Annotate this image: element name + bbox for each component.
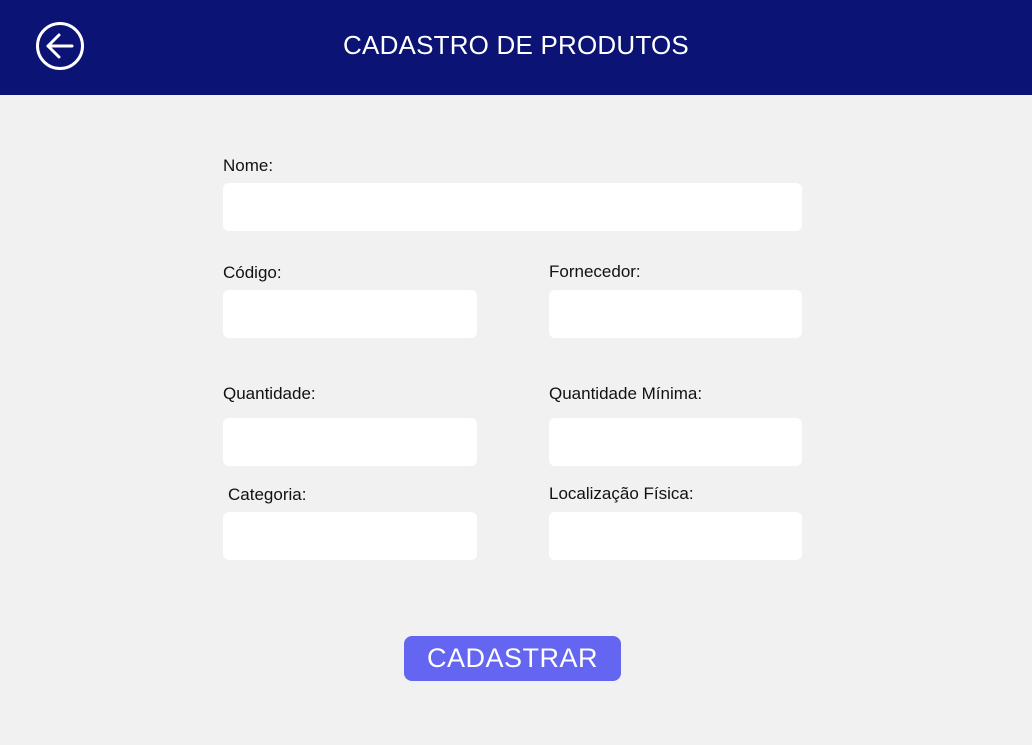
categoria-label: Categoria: [228,485,307,504]
codigo-label: Código: [223,263,282,282]
quantidade-label: Quantidade: [223,384,316,403]
localizacao-fisica-input[interactable] [549,512,802,560]
categoria-input[interactable] [223,512,477,560]
localizacao-fisica-label: Localização Física: [549,484,694,503]
quantidade-input[interactable] [223,418,477,466]
app-header: CADASTRO DE PRODUTOS [0,0,1032,95]
codigo-input[interactable] [223,290,477,338]
nome-label: Nome: [223,156,274,175]
nome-input[interactable] [223,183,802,231]
page-title: CADASTRO DE PRODUTOS [343,30,689,60]
fornecedor-label: Fornecedor: [549,262,641,281]
quantidade-minima-label: Quantidade Mínima: [549,384,703,403]
fornecedor-input[interactable] [549,290,802,338]
quantidade-minima-input[interactable] [549,418,802,466]
cadastrar-button[interactable]: CADASTRAR [404,636,621,681]
